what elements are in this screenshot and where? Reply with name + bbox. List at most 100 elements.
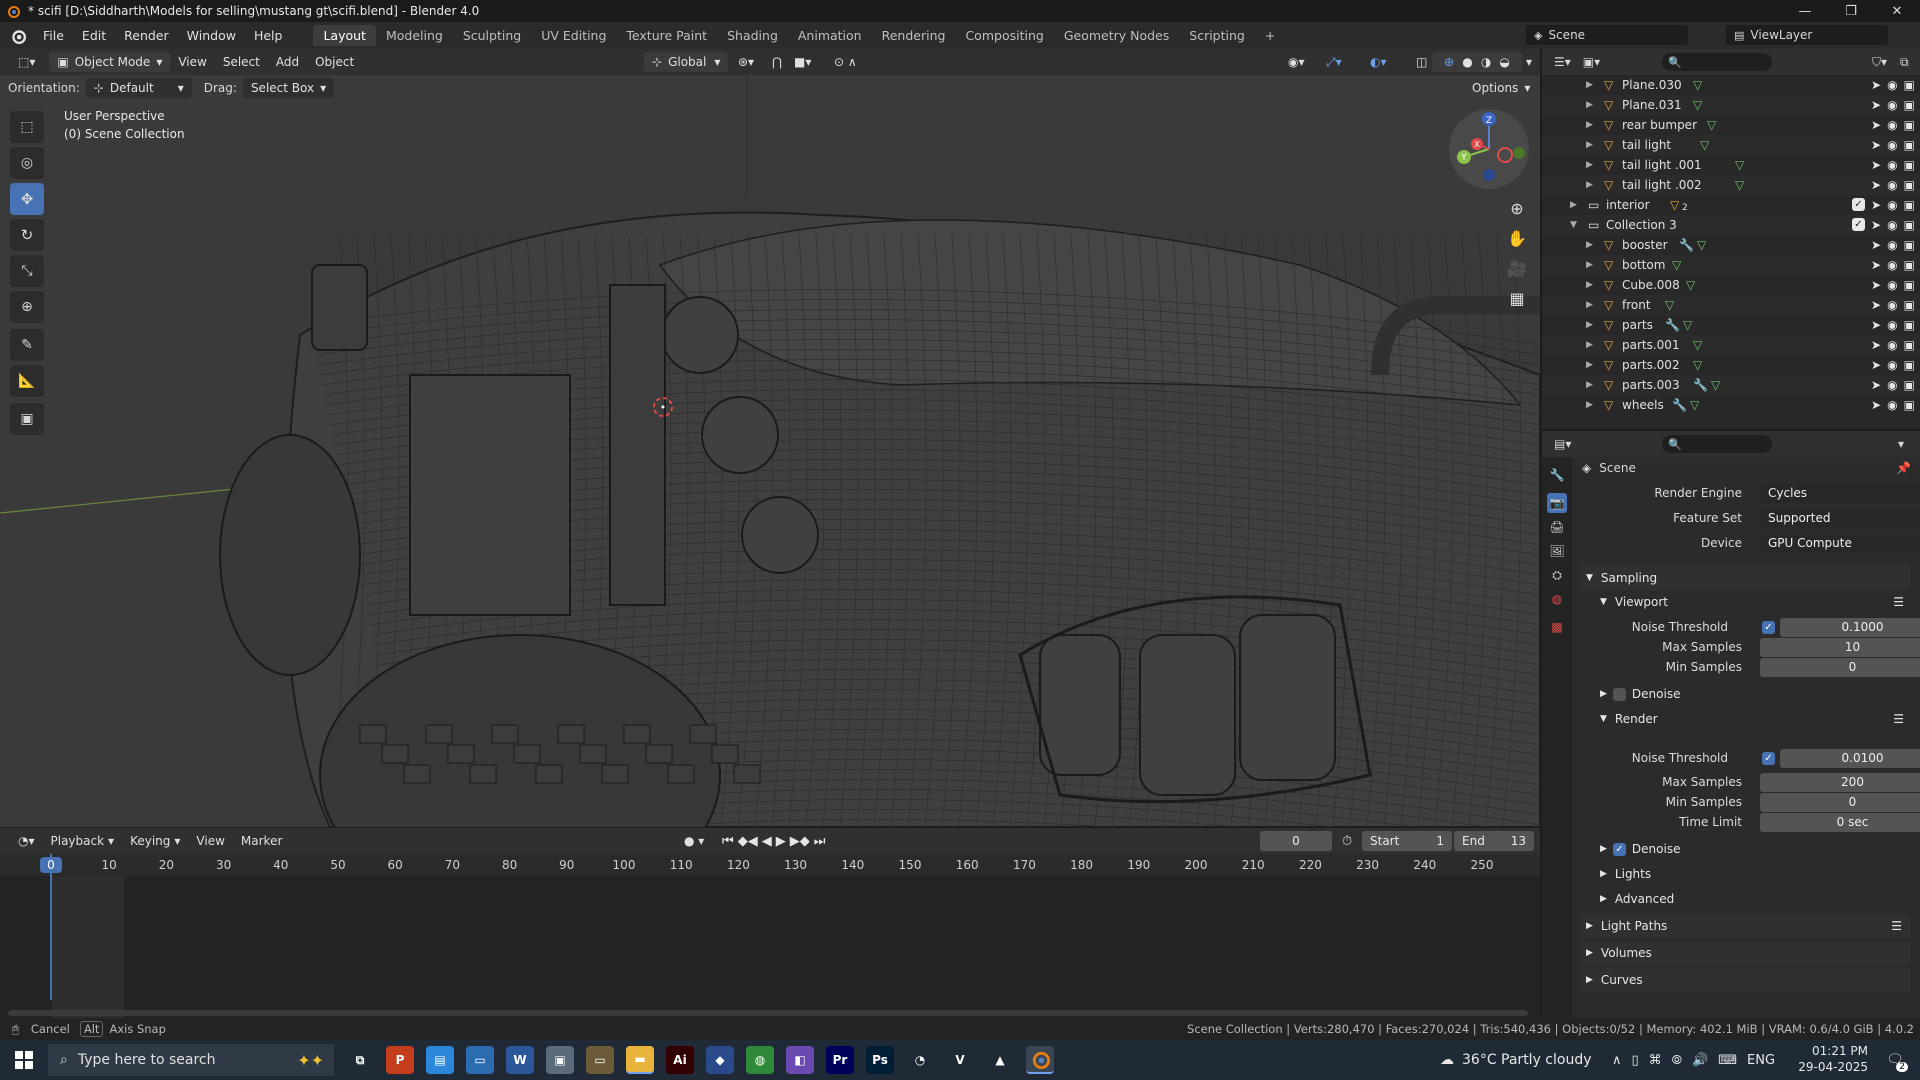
- transform-orientation-selector[interactable]: ⊹ Global ▾: [644, 52, 729, 72]
- notification-center-button[interactable]: 🗨 2: [1880, 1048, 1910, 1072]
- menu-add[interactable]: Add: [268, 52, 307, 72]
- pivot-selector[interactable]: ⊛▾: [730, 52, 762, 72]
- chevron-right-icon[interactable]: ▶: [1586, 240, 1593, 250]
- camera-render-icon[interactable]: ▣: [1904, 78, 1915, 92]
- eye-icon[interactable]: ◉: [1887, 318, 1897, 332]
- r-min-samples-field[interactable]: 0: [1760, 792, 1920, 812]
- chevron-right-icon[interactable]: ▶: [1586, 360, 1593, 370]
- tab-modeling[interactable]: Modeling: [376, 25, 453, 46]
- eye-icon[interactable]: ◉: [1887, 138, 1897, 152]
- select-arrow-icon[interactable]: ➤: [1871, 98, 1881, 112]
- outliner-row[interactable]: ▼ ▭ Collection 3 ✓ ➤ ◉ ▣: [1542, 215, 1920, 235]
- task-view-icon[interactable]: ⧉: [346, 1046, 374, 1074]
- play-reverse-icon[interactable]: ◀: [762, 834, 772, 849]
- playback-menu[interactable]: Playback ▾: [43, 831, 123, 851]
- clock[interactable]: 01:21 PM 29-04-2025: [1748, 1043, 1868, 1077]
- transform-tool[interactable]: ⊕: [10, 291, 44, 323]
- volume-icon[interactable]: 🔊: [1692, 1053, 1708, 1068]
- camera-render-icon[interactable]: ▣: [1904, 258, 1915, 272]
- gizmo-toggle[interactable]: ⤢▾: [1318, 52, 1350, 72]
- menu-edit[interactable]: Edit: [73, 28, 115, 43]
- eye-icon[interactable]: ◉: [1887, 198, 1897, 212]
- filter-icon[interactable]: ⛉▾: [1872, 55, 1887, 70]
- navigation-gizmo[interactable]: Z Y X: [1449, 109, 1529, 189]
- menu-file[interactable]: File: [34, 28, 73, 43]
- camera-render-icon[interactable]: ▣: [1904, 378, 1915, 392]
- outliner-row[interactable]: ▶ ▽ tail light ▽ ➤ ◉ ▣: [1542, 135, 1920, 155]
- camera-render-icon[interactable]: ▣: [1904, 278, 1915, 292]
- outliner-editor-icon[interactable]: ☰▾: [1554, 55, 1571, 69]
- select-arrow-icon[interactable]: ➤: [1871, 238, 1881, 252]
- world-tab[interactable]: ◍: [1547, 589, 1567, 609]
- properties-search-input[interactable]: 🔍: [1662, 435, 1772, 453]
- tab-sculpting[interactable]: Sculpting: [453, 25, 531, 46]
- tab-geometry-nodes[interactable]: Geometry Nodes: [1054, 25, 1179, 46]
- chevron-right-icon[interactable]: ▶: [1586, 400, 1593, 410]
- tab-uv-editing[interactable]: UV Editing: [531, 25, 616, 46]
- solid-shading-icon[interactable]: ●: [1462, 55, 1472, 69]
- outliner-row[interactable]: ▶ ▽ parts.002 ▽ ➤ ◉ ▣: [1542, 355, 1920, 375]
- keyboard-icon[interactable]: ⌨: [1718, 1053, 1737, 1068]
- render-tab[interactable]: 📷: [1547, 493, 1567, 513]
- r-max-samples-field[interactable]: 200: [1760, 772, 1920, 792]
- chevron-right-icon[interactable]: ▶: [1586, 180, 1593, 190]
- close-button[interactable]: ✕: [1874, 0, 1920, 22]
- eye-icon[interactable]: ◉: [1887, 238, 1897, 252]
- select-arrow-icon[interactable]: ➤: [1871, 318, 1881, 332]
- marker-menu[interactable]: Marker: [233, 831, 290, 851]
- curves-section[interactable]: ▶ Curves: [1580, 968, 1910, 992]
- vlc-icon[interactable]: ▲: [986, 1046, 1014, 1074]
- select-arrow-icon[interactable]: ➤: [1871, 138, 1881, 152]
- ortho-toggle-button[interactable]: ▦: [1502, 283, 1532, 313]
- start-frame-field[interactable]: Start 1: [1362, 831, 1452, 851]
- eye-icon[interactable]: ◉: [1887, 78, 1897, 92]
- eye-icon[interactable]: ◉: [1887, 338, 1897, 352]
- advanced-subsection[interactable]: ▶ Advanced: [1594, 887, 1910, 911]
- r-noise-threshold-field[interactable]: 0.0100: [1780, 748, 1920, 768]
- chevron-right-icon[interactable]: ▶: [1586, 380, 1593, 390]
- outliner-row[interactable]: ▶ ▽ wheels 🔧 ▽ ➤ ◉ ▣: [1542, 395, 1920, 415]
- select-arrow-icon[interactable]: ➤: [1871, 278, 1881, 292]
- outliner-row[interactable]: ▶ ▽ Cube.008 ▽ ➤ ◉ ▣: [1542, 275, 1920, 295]
- illustrator-icon[interactable]: Ai: [666, 1046, 694, 1074]
- proportional-edit-toggle[interactable]: ⊙ ∧: [826, 52, 865, 72]
- taskbar-search-input[interactable]: ⌕ Type here to search ✦✦: [48, 1044, 334, 1076]
- timeline-area[interactable]: [0, 854, 1540, 1018]
- camera-render-icon[interactable]: ▣: [1904, 138, 1915, 152]
- wireframe-shading-icon[interactable]: ⊕: [1444, 55, 1454, 69]
- chrome-icon[interactable]: ◍: [746, 1046, 774, 1074]
- camera-render-icon[interactable]: ▣: [1904, 238, 1915, 252]
- file-explorer-icon[interactable]: ▬: [626, 1046, 654, 1074]
- presets-icon[interactable]: ☰: [1891, 919, 1902, 933]
- eye-icon[interactable]: ◉: [1887, 98, 1897, 112]
- scale-tool[interactable]: ⤡: [10, 255, 44, 287]
- view-layer-tab[interactable]: 🖼: [1547, 541, 1567, 561]
- menu-object[interactable]: Object: [307, 52, 362, 72]
- end-frame-field[interactable]: End 13: [1454, 831, 1534, 851]
- eye-icon[interactable]: ◉: [1887, 298, 1897, 312]
- menu-view[interactable]: View: [170, 52, 214, 72]
- powerpoint-icon[interactable]: P: [386, 1046, 414, 1074]
- chevron-right-icon[interactable]: ▶: [1586, 260, 1593, 270]
- pin-icon[interactable]: 📌: [1896, 461, 1911, 475]
- tab-texture-paint[interactable]: Texture Paint: [616, 25, 717, 46]
- device-dropdown[interactable]: GPU Compute▾: [1760, 533, 1920, 553]
- jump-end-icon[interactable]: ⏭: [814, 834, 826, 849]
- volumes-section[interactable]: ▶ Volumes: [1580, 941, 1910, 965]
- network-icon[interactable]: ⌘: [1649, 1053, 1662, 1068]
- editor-type-button[interactable]: ⬚▾: [10, 52, 43, 72]
- chevron-right-icon[interactable]: ▶: [1586, 160, 1593, 170]
- vp-noise-threshold-field[interactable]: 0.1000: [1780, 617, 1920, 637]
- r-denoise-checkbox[interactable]: ✓: [1612, 842, 1626, 856]
- files-icon[interactable]: ▭: [466, 1046, 494, 1074]
- weather-widget[interactable]: ☁ 36°C Partly cloudy: [1440, 1040, 1592, 1080]
- outliner-row[interactable]: ▶ ▽ parts.003 🔧 ▽ ➤ ◉ ▣: [1542, 375, 1920, 395]
- maximize-button[interactable]: ❐: [1828, 0, 1874, 22]
- cursor-tool[interactable]: ◎: [10, 147, 44, 179]
- tab-rendering[interactable]: Rendering: [872, 25, 956, 46]
- presets-icon[interactable]: ☰: [1893, 712, 1904, 726]
- tab-compositing[interactable]: Compositing: [955, 25, 1053, 46]
- camera-render-icon[interactable]: ▣: [1904, 318, 1915, 332]
- exclude-checkbox[interactable]: ✓: [1852, 198, 1865, 211]
- eye-icon[interactable]: ◉: [1887, 278, 1897, 292]
